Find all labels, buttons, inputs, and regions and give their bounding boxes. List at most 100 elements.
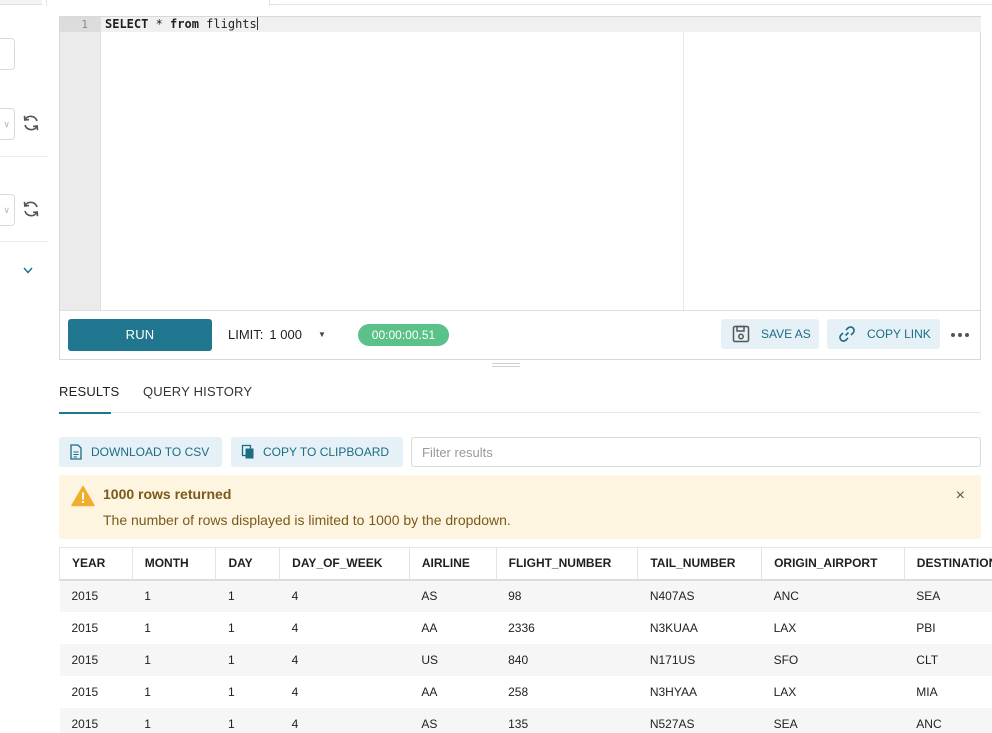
copy-to-clipboard-label: COPY TO CLIPBOARD <box>263 445 390 459</box>
copy-link-button[interactable]: COPY LINK <box>827 319 940 349</box>
column-header[interactable]: AIRLINE <box>409 547 497 581</box>
table-cell: 4 <box>279 675 410 708</box>
tab-results[interactable]: RESULTS <box>59 384 119 414</box>
alert-title: 1000 rows returned <box>103 486 232 502</box>
table-row[interactable]: 2015 1 1 4 AA 258 N3HYAA LAX MIA <box>59 675 992 708</box>
link-icon <box>839 326 855 342</box>
limit-dropdown[interactable]: LIMIT: 1 000 ▼ <box>228 327 326 342</box>
results-table: YEAR MONTH DAY DAY_OF_WEEK AIRLINE FLIGH… <box>59 547 992 733</box>
rows-limit-alert: 1000 rows returned The number of rows di… <box>59 475 981 539</box>
table-cell: 1 <box>215 643 280 676</box>
filter-results-input[interactable] <box>411 437 981 467</box>
table-cell: N171US <box>637 643 762 676</box>
table-cell: SEA <box>761 707 905 733</box>
sql-editor: 1 SELECT * from flights RUN LIMIT: 1 000… <box>59 16 981 360</box>
table-row[interactable]: 2015 1 1 4 AS 98 N407AS ANC SEA <box>59 579 992 612</box>
sql-keyword: from <box>170 17 199 31</box>
copy-link-label: COPY LINK <box>867 327 931 341</box>
alert-message: The number of rows displayed is limited … <box>103 512 511 528</box>
table-cell: AS <box>409 707 497 733</box>
table-cell: SFO <box>761 643 905 676</box>
save-as-button[interactable]: SAVE AS <box>721 319 819 349</box>
table-cell: N407AS <box>637 579 762 612</box>
text-cursor <box>256 17 258 30</box>
refresh-icon[interactable] <box>21 199 41 219</box>
editor-tab-active[interactable] <box>46 0 270 6</box>
table-cell: 98 <box>496 579 638 612</box>
table-cell: 4 <box>279 643 410 676</box>
copy-to-clipboard-button[interactable]: COPY TO CLIPBOARD <box>231 437 403 467</box>
table-row[interactable]: 2015 1 1 4 AS 135 N527AS SEA ANC <box>59 707 992 733</box>
table-cell: 2015 <box>59 675 133 708</box>
download-csv-button[interactable]: DOWNLOAD TO CSV <box>59 437 222 467</box>
table-cell: 4 <box>279 579 410 612</box>
table-cell: 1 <box>132 579 216 612</box>
sql-keyword: SELECT <box>105 17 149 31</box>
line-number: 1 <box>60 17 101 32</box>
table-cell: 2015 <box>59 579 133 612</box>
save-icon <box>732 325 750 343</box>
column-header[interactable]: YEAR <box>59 547 133 581</box>
sidebar-divider <box>0 156 48 157</box>
chevron-down-icon: ∨ <box>3 205 10 215</box>
column-header[interactable]: MONTH <box>132 547 217 581</box>
column-header[interactable]: FLIGHT_NUMBER <box>496 547 639 581</box>
save-as-label: SAVE AS <box>761 327 811 341</box>
column-header[interactable]: DAY_OF_WEEK <box>279 547 410 581</box>
table-cell: LAX <box>761 611 905 644</box>
sidebar-divider <box>0 241 48 242</box>
table-select[interactable]: ∨ <box>0 194 15 226</box>
refresh-icon[interactable] <box>21 113 41 133</box>
results-tabs: RESULTS QUERY HISTORY <box>59 376 981 414</box>
table-cell: 1 <box>132 643 216 676</box>
database-select[interactable] <box>0 38 15 70</box>
caret-down-icon: ▼ <box>317 330 326 339</box>
table-cell: 2015 <box>59 643 133 676</box>
table-cell: LAX <box>761 675 905 708</box>
table-cell: 2015 <box>59 707 133 733</box>
table-cell: ANC <box>761 579 905 612</box>
tab-query-history[interactable]: QUERY HISTORY <box>143 384 252 399</box>
table-cell: N3HYAA <box>637 675 762 708</box>
sql-operator: * <box>148 17 171 31</box>
table-cell: 1 <box>215 707 280 733</box>
table-cell: 4 <box>279 611 410 644</box>
table-cell: 1 <box>215 579 280 612</box>
resize-handle[interactable] <box>492 363 520 367</box>
schema-select[interactable]: ∨ <box>0 108 15 140</box>
chevron-down-icon[interactable] <box>21 263 35 277</box>
editor-tab-add[interactable] <box>270 0 284 5</box>
limit-label: LIMIT: <box>228 327 264 342</box>
table-cell: AA <box>409 611 497 644</box>
close-icon[interactable]: × <box>956 487 965 505</box>
table-cell: N527AS <box>637 707 762 733</box>
table-cell: 1 <box>215 675 280 708</box>
table-row[interactable]: 2015 1 1 4 AA 2336 N3KUAA LAX PBI <box>59 611 992 644</box>
table-cell: ANC <box>904 707 992 733</box>
run-button[interactable]: RUN <box>68 319 212 351</box>
file-icon <box>70 444 82 460</box>
table-cell: 258 <box>496 675 638 708</box>
more-icon[interactable] <box>948 324 972 346</box>
print-margin <box>683 32 684 311</box>
table-row[interactable]: 2015 1 1 4 US 840 N171US SFO CLT <box>59 643 992 676</box>
warning-icon <box>71 485 95 507</box>
sql-code-line[interactable]: SELECT * from flights <box>105 17 258 32</box>
line-gutter: 1 <box>60 17 101 311</box>
column-header[interactable]: TAIL_NUMBER <box>637 547 763 581</box>
column-header[interactable]: ORIGIN_AIRPORT <box>761 547 905 581</box>
column-header[interactable]: DESTINATION_AIRPORT <box>904 547 992 581</box>
table-cell: N3KUAA <box>637 611 762 644</box>
table-cell: 2015 <box>59 611 133 644</box>
table-cell: 1 <box>132 611 216 644</box>
editor-divider <box>60 310 980 311</box>
column-header[interactable]: DAY <box>215 547 281 581</box>
table-cell: 840 <box>496 643 638 676</box>
table-cell: SEA <box>904 579 992 612</box>
left-sidebar: ∨ ∨ <box>0 0 48 733</box>
sql-identifier: flights <box>198 17 257 31</box>
table-cell: PBI <box>904 611 992 644</box>
results-table-container[interactable]: YEAR MONTH DAY DAY_OF_WEEK AIRLINE FLIGH… <box>59 547 992 733</box>
table-cell: 1 <box>215 611 280 644</box>
copy-icon <box>241 444 254 459</box>
